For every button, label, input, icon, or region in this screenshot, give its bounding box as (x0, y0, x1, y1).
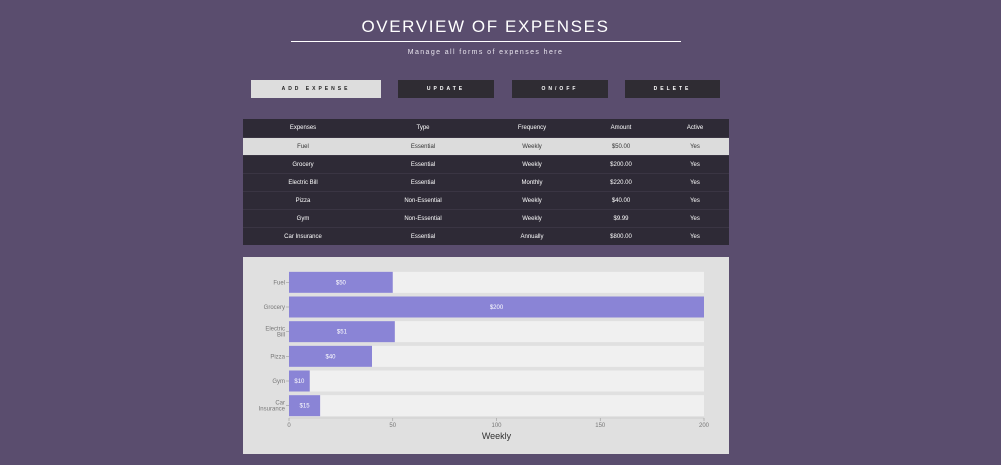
cell-amount: $200.00 (581, 155, 661, 174)
update-button[interactable]: UPDATE (398, 80, 494, 98)
table-row[interactable]: Electric Bill Essential Monthly $220.00 … (243, 173, 729, 192)
x-axis-label: Weekly (482, 431, 512, 441)
column-header-expenses[interactable]: Expenses (243, 119, 363, 138)
data-label: $10 (294, 379, 305, 385)
cell-active: Yes (661, 209, 729, 228)
column-header-amount[interactable]: Amount (581, 119, 661, 138)
table-header-row: Expenses Type Frequency Amount Active (243, 119, 729, 138)
data-label: $200 (490, 305, 504, 311)
x-tick-label: 0 (287, 423, 291, 429)
cell-active: Yes (661, 173, 729, 192)
column-header-active[interactable]: Active (661, 119, 729, 138)
cell-active: Yes (661, 155, 729, 174)
table-row[interactable]: Car Insurance Essential Annually $800.00… (243, 227, 729, 245)
cell-frequency: Weekly (483, 209, 581, 228)
cell-frequency: Weekly (483, 191, 581, 210)
cell-type: Essential (363, 155, 483, 174)
bar-chart: $50Fuel$200Grocery$51ElectricBill$40Pizz… (259, 271, 710, 441)
x-tick-label: 150 (595, 423, 606, 429)
y-tick-label: Fuel (273, 280, 285, 286)
cell-frequency: Weekly (483, 155, 581, 174)
cell-amount: $800.00 (581, 227, 661, 245)
y-tick-label: Bill (277, 333, 285, 339)
cell-active: Yes (661, 227, 729, 245)
cell-active: Yes (661, 191, 729, 210)
table-row[interactable]: Gym Non-Essential Weekly $9.99 Yes (243, 209, 729, 228)
x-tick-label: 50 (389, 423, 396, 429)
y-tick-label: Grocery (264, 305, 285, 311)
x-tick-label: 100 (491, 423, 502, 429)
table-row[interactable]: Fuel Essential Weekly $50.00 Yes (243, 137, 729, 156)
cell-type: Essential (363, 173, 483, 192)
cell-expense: Grocery (243, 155, 363, 174)
cell-amount: $220.00 (581, 173, 661, 192)
page-title: OVERVIEW OF EXPENSES (361, 17, 610, 36)
y-tick-label: Pizza (270, 354, 285, 360)
cell-expense: Car Insurance (243, 227, 363, 245)
expenses-table: Expenses Type Frequency Amount Active Fu… (243, 119, 729, 245)
table-row[interactable]: Grocery Essential Weekly $200.00 Yes (243, 155, 729, 174)
cell-expense: Pizza (243, 191, 363, 210)
delete-button[interactable]: DELETE (625, 80, 720, 98)
cell-type: Essential (363, 137, 483, 156)
expenses-table-container: Expenses Type Frequency Amount Active Fu… (243, 119, 729, 245)
y-tick-label: Gym (272, 379, 285, 385)
on-off-button[interactable]: ON/OFF (512, 80, 608, 98)
y-tick-label: Insurance (259, 407, 286, 413)
column-header-type[interactable]: Type (363, 119, 483, 138)
page-subtitle: Manage all forms of expenses here (407, 49, 564, 56)
bar-track (289, 370, 704, 392)
column-header-frequency[interactable]: Frequency (483, 119, 581, 138)
x-tick-label: 200 (699, 423, 710, 429)
cell-frequency: Annually (483, 227, 581, 245)
data-label: $51 (337, 330, 348, 336)
cell-expense: Fuel (243, 137, 363, 156)
cell-expense: Gym (243, 209, 363, 228)
add-expense-button[interactable]: ADD EXPENSE (251, 80, 381, 98)
data-label: $15 (300, 404, 311, 410)
cell-amount: $50.00 (581, 137, 661, 156)
cell-active: Yes (661, 137, 729, 156)
cell-type: Non-Essential (363, 209, 483, 228)
bar-track (289, 395, 704, 417)
cell-frequency: Monthly (483, 173, 581, 192)
weekly-expenses-chart: $50 Fuel $200 Grocery $51 Electric Bill $40 Pizz… (243, 257, 729, 454)
data-label: $40 (325, 354, 336, 360)
title-divider (291, 41, 681, 42)
cell-expense: Electric Bill (243, 173, 363, 192)
data-label: $50 (336, 280, 347, 286)
cell-amount: $9.99 (581, 209, 661, 228)
cell-type: Essential (363, 227, 483, 245)
cell-frequency: Weekly (483, 137, 581, 156)
table-row[interactable]: Pizza Non-Essential Weekly $40.00 Yes (243, 191, 729, 210)
cell-amount: $40.00 (581, 191, 661, 210)
cell-type: Non-Essential (363, 191, 483, 210)
